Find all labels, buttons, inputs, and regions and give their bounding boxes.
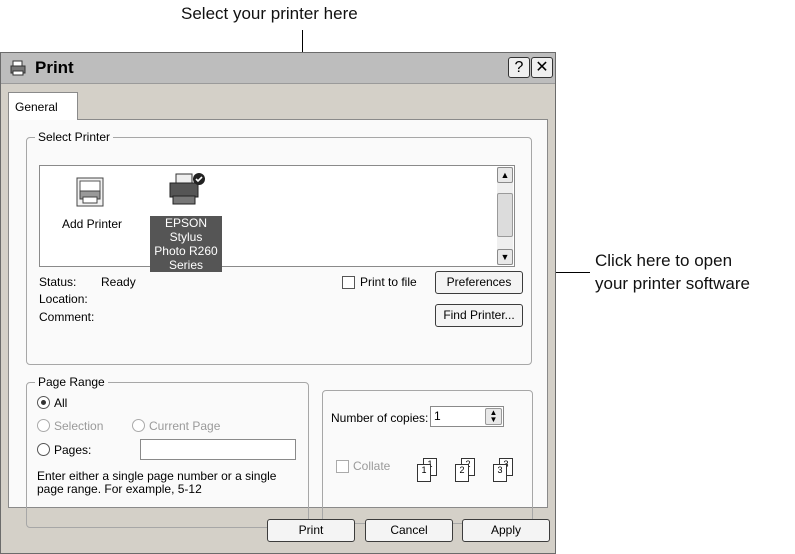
pages-input[interactable]: [140, 439, 296, 460]
preferences-button[interactable]: Preferences: [435, 271, 523, 294]
scroll-thumb[interactable]: [497, 193, 513, 237]
page-range-help-line1: Enter either a single page number or a s…: [37, 469, 277, 483]
status-label: Status:: [39, 275, 77, 289]
epson-label-line2: Photo R260: [154, 244, 218, 258]
cancel-button[interactable]: Cancel: [365, 519, 453, 542]
pages-label[interactable]: Pages:: [54, 443, 91, 457]
collate-checkbox[interactable]: [336, 460, 349, 473]
general-panel: Select Printer Add Printer EPSON Stylus …: [8, 119, 548, 528]
number-of-copies-label: Number of copies:: [331, 411, 429, 425]
add-printer-icon[interactable]: [74, 176, 108, 210]
scroll-up-button[interactable]: ▲: [497, 167, 513, 183]
status-value: Ready: [101, 275, 136, 289]
add-printer-label[interactable]: Add Printer: [56, 217, 128, 231]
select-printer-legend: Select Printer: [35, 130, 114, 144]
print-to-file-label[interactable]: Print to file: [360, 275, 417, 289]
close-button[interactable]: ✕: [531, 57, 553, 78]
collate-illustration: 1 1 2 2 3 3: [415, 458, 525, 498]
tab-general[interactable]: General: [8, 92, 78, 120]
callout-select-printer: Select your printer here: [181, 4, 358, 23]
apply-button[interactable]: Apply: [462, 519, 550, 542]
all-label[interactable]: All: [54, 396, 67, 410]
page-range-help-line2: page range. For example, 5-12: [37, 482, 202, 496]
current-page-radio[interactable]: [132, 419, 145, 432]
epson-label-line3: Series: [168, 258, 203, 272]
printer-list-scrollbar[interactable]: ▲ ▼: [497, 167, 513, 265]
pages-radio[interactable]: [37, 443, 50, 456]
copies-value: 1: [434, 409, 441, 423]
collate-page: 2: [455, 464, 469, 482]
print-dialog: Print ? ✕ General Select Printer Add Pri…: [0, 52, 556, 554]
printer-list[interactable]: Add Printer EPSON Stylus Photo R260 Seri…: [39, 165, 515, 272]
all-radio[interactable]: [37, 396, 50, 409]
select-printer-group: Select Printer Add Printer EPSON Stylus …: [26, 130, 532, 365]
print-button[interactable]: Print: [267, 519, 355, 542]
collate-page: 3: [493, 464, 507, 482]
epson-label-line1: EPSON Stylus: [164, 216, 207, 244]
selection-label[interactable]: Selection: [54, 419, 103, 433]
find-printer-button[interactable]: Find Printer...: [435, 304, 523, 327]
copies-spinner[interactable]: ▲ ▼: [485, 408, 502, 425]
print-to-file-checkbox[interactable]: [342, 276, 355, 289]
collate-label[interactable]: Collate: [353, 459, 390, 473]
copies-input[interactable]: 1 ▲ ▼: [430, 406, 504, 427]
callout-preferences-line2: your printer software: [595, 274, 750, 293]
comment-label: Comment:: [39, 310, 95, 324]
scroll-down-button[interactable]: ▼: [497, 249, 513, 265]
title-bar: Print ? ✕: [1, 53, 555, 84]
callout-preferences-line1: Click here to open: [595, 251, 733, 270]
printer-title-icon: [10, 60, 26, 76]
selection-radio[interactable]: [37, 419, 50, 432]
current-page-label[interactable]: Current Page: [149, 419, 220, 433]
location-label: Location:: [39, 292, 88, 306]
window-title: Print: [35, 58, 74, 77]
printer-icon[interactable]: [165, 172, 207, 208]
copies-group: Number of copies: 1 ▲▼ Collate 1 1 2 2 3…: [322, 390, 533, 524]
help-button[interactable]: ?: [508, 57, 530, 78]
page-range-legend: Page Range: [35, 375, 108, 389]
page-range-group: Page Range All Selection Current Page Pa…: [26, 375, 309, 528]
collate-page: 1: [417, 464, 431, 482]
epson-printer-label[interactable]: EPSON Stylus Photo R260 Series: [150, 216, 222, 272]
